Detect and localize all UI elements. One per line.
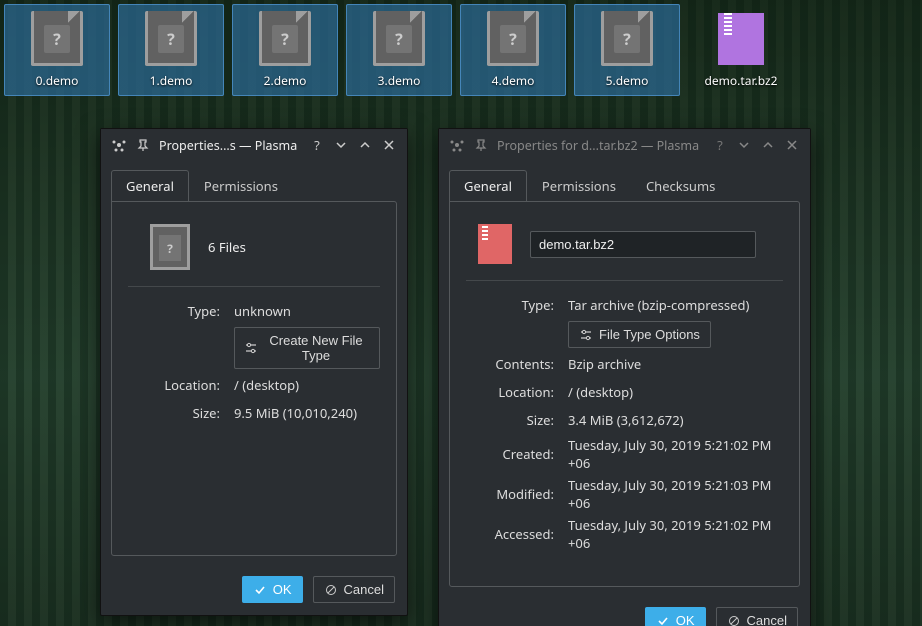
type-label: Type: <box>128 302 234 320</box>
general-panel: Type: Tar archive (bzip-compressed) File… <box>449 201 800 587</box>
modified-label: Modified: <box>466 485 568 503</box>
settings-sliders-icon <box>245 341 257 355</box>
cancel-button[interactable]: Cancel <box>313 576 395 603</box>
file-label: demo.tar.bz2 <box>705 72 778 89</box>
file-label: 4.demo <box>492 72 535 89</box>
tab-checksums[interactable]: Checksums <box>631 170 730 201</box>
properties-dialog-single: Properties for d...tar.bz2 — Plasma ? Ge… <box>438 128 811 626</box>
created-value: Tuesday, July 30, 2019 5:21:02 PM +06 <box>568 436 783 472</box>
tab-bar: General Permissions Checksums <box>439 162 810 201</box>
cancel-icon <box>727 614 741 626</box>
created-label: Created: <box>466 445 568 463</box>
desktop-file[interactable]: ? 5.demo <box>574 4 680 96</box>
ok-label: OK <box>676 613 695 626</box>
location-value: / (desktop) <box>568 383 783 401</box>
size-label: Size: <box>128 404 234 422</box>
desktop-file[interactable]: ? 4.demo <box>460 4 566 96</box>
modified-value: Tuesday, July 30, 2019 5:21:03 PM +06 <box>568 476 783 512</box>
file-label: 3.demo <box>378 72 421 89</box>
desktop-icon-row: ? 0.demo? 1.demo? 2.demo? 3.demo? 4.demo? 5.de… <box>4 4 794 96</box>
file-type-options-label: File Type Options <box>599 327 700 342</box>
size-value: 3.4 MiB (3,612,672) <box>568 411 783 429</box>
titlebar[interactable]: Properties for d...tar.bz2 — Plasma ? <box>439 129 810 162</box>
type-value: unknown <box>234 302 380 320</box>
unknown-file-icon: ? <box>145 11 197 66</box>
tab-bar: General Permissions <box>101 162 407 201</box>
accessed-value: Tuesday, July 30, 2019 5:21:02 PM +06 <box>568 516 783 552</box>
pin-icon[interactable] <box>133 135 153 155</box>
location-value: / (desktop) <box>234 376 380 394</box>
file-type-options-button[interactable]: File Type Options <box>568 321 711 348</box>
type-label: Type: <box>466 296 568 314</box>
tab-general[interactable]: General <box>449 170 527 201</box>
file-label: 5.demo <box>606 72 649 89</box>
file-label: 1.demo <box>150 72 193 89</box>
close-icon[interactable] <box>379 135 399 155</box>
check-icon <box>253 583 267 597</box>
maximize-icon[interactable] <box>758 135 778 155</box>
type-value: Tar archive (bzip-compressed) <box>568 296 783 314</box>
window-title: Properties for d...tar.bz2 — Plasma <box>497 137 699 154</box>
file-type-icon <box>478 224 512 264</box>
maximize-icon[interactable] <box>355 135 375 155</box>
ok-button[interactable]: OK <box>242 576 303 603</box>
desktop-file[interactable]: ? 0.demo <box>4 4 110 96</box>
pin-icon[interactable] <box>471 135 491 155</box>
size-value: 9.5 MiB (10,010,240) <box>234 404 380 422</box>
contents-value: Bzip archive <box>568 355 783 373</box>
create-file-type-label: Create New File Type <box>263 333 369 363</box>
unknown-file-icon: ? <box>259 11 311 66</box>
unknown-file-icon: ? <box>601 11 653 66</box>
unknown-file-icon: ? <box>373 11 425 66</box>
settings-sliders-icon <box>579 328 593 342</box>
check-icon <box>656 614 670 626</box>
general-panel: ? 6 Files Type: unknown Create New File … <box>111 201 397 556</box>
dialog-footer: OK Cancel <box>101 566 407 615</box>
app-menu-icon[interactable] <box>109 135 129 155</box>
ok-label: OK <box>273 582 292 597</box>
minimize-icon[interactable] <box>734 135 754 155</box>
file-count: 6 Files <box>208 238 246 256</box>
titlebar[interactable]: Properties...s — Plasma ? <box>101 129 407 162</box>
tab-permissions[interactable]: Permissions <box>527 170 631 201</box>
desktop-file[interactable]: demo.tar.bz2 <box>688 4 794 96</box>
file-label: 0.demo <box>36 72 79 89</box>
desktop-file[interactable]: ? 3.demo <box>346 4 452 96</box>
cancel-icon <box>324 583 338 597</box>
create-file-type-button[interactable]: Create New File Type <box>234 327 380 369</box>
minimize-icon[interactable] <box>331 135 351 155</box>
app-menu-icon[interactable] <box>447 135 467 155</box>
contents-label: Contents: <box>466 355 568 373</box>
unknown-file-icon: ? <box>487 11 539 66</box>
help-icon[interactable]: ? <box>307 135 327 155</box>
size-label: Size: <box>466 411 568 429</box>
archive-icon <box>718 13 764 65</box>
cancel-button[interactable]: Cancel <box>716 607 798 626</box>
accessed-label: Accessed: <box>466 525 568 543</box>
desktop-file[interactable]: ? 2.demo <box>232 4 338 96</box>
file-type-icon: ? <box>150 224 190 270</box>
cancel-label: Cancel <box>344 582 384 597</box>
window-title: Properties...s — Plasma <box>159 137 297 154</box>
tab-permissions[interactable]: Permissions <box>189 170 293 201</box>
file-label: 2.demo <box>264 72 307 89</box>
filename-input[interactable] <box>530 231 756 258</box>
location-label: Location: <box>466 383 568 401</box>
cancel-label: Cancel <box>747 613 787 626</box>
desktop-file[interactable]: ? 1.demo <box>118 4 224 96</box>
help-icon[interactable]: ? <box>710 135 730 155</box>
unknown-file-icon: ? <box>31 11 83 66</box>
location-label: Location: <box>128 376 234 394</box>
dialog-footer: OK Cancel <box>439 597 810 626</box>
properties-dialog-multi: Properties...s — Plasma ? General Permis… <box>100 128 408 616</box>
tab-general[interactable]: General <box>111 170 189 201</box>
ok-button[interactable]: OK <box>645 607 706 626</box>
close-icon[interactable] <box>782 135 802 155</box>
